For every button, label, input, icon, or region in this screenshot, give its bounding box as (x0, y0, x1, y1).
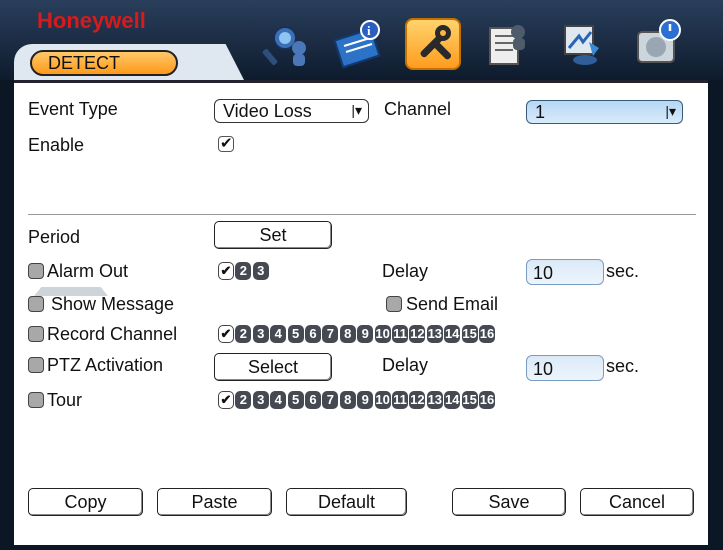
ptz-delay-unit: sec. (606, 356, 640, 376)
tour-channel-11[interactable]: 11 (392, 391, 408, 409)
enable-checkbox[interactable] (218, 134, 234, 152)
save-button[interactable]: Save (452, 488, 566, 516)
record-channel-5[interactable]: 5 (287, 325, 304, 343)
tour-channel-12[interactable]: 12 (409, 391, 426, 409)
alarm-out-checkbox[interactable] (28, 263, 44, 279)
section-divider (28, 214, 696, 215)
record-channel-checkbox[interactable] (28, 326, 44, 342)
alarm-out-channel-1[interactable]: ✔ (218, 262, 234, 280)
record-channel-13[interactable]: 13 (426, 325, 443, 343)
show-message-label: Show Message (51, 294, 175, 314)
channel-label: Channel (384, 99, 452, 119)
tour-channel-9[interactable]: 9 (357, 391, 374, 409)
record-channel-label: Record Channel (47, 324, 178, 344)
svg-text:i: i (367, 23, 371, 38)
tour-channel-8[interactable]: 8 (339, 391, 356, 409)
ptz-select-button[interactable]: Select (214, 353, 332, 381)
search-user-icon[interactable] (255, 18, 311, 70)
event-type-dropdown[interactable]: Video Loss |▾ (214, 99, 369, 123)
brand-logo: Honeywell (37, 8, 146, 33)
top-bar: Honeywell i DETECT (0, 0, 723, 80)
tour-channel-15[interactable]: 15 (461, 391, 478, 409)
disk-power-icon[interactable] (630, 18, 686, 70)
record-channel-7[interactable]: 7 (322, 325, 339, 343)
checklist-user-icon[interactable] (480, 18, 536, 70)
info-book-icon[interactable]: i (330, 18, 386, 70)
alarm-delay-input[interactable]: 10 (526, 259, 604, 285)
detect-panel: Event Type Video Loss |▾ Channel 1 |▾ En… (14, 80, 708, 545)
event-type-value: Video Loss (223, 101, 312, 121)
tour-channel-14[interactable]: 14 (444, 391, 461, 409)
record-channel-2[interactable]: 2 (235, 325, 252, 343)
ptz-activation-checkbox[interactable] (28, 357, 44, 373)
ptz-delay-value: 10 (533, 359, 554, 379)
tour-channel-5[interactable]: 5 (287, 391, 304, 409)
tab-bar: DETECT (14, 44, 244, 80)
tour-channel-1[interactable]: ✔ (218, 391, 234, 409)
ptz-activation-label: PTZ Activation (47, 355, 164, 375)
tour-channel-4[interactable]: 4 (270, 391, 287, 409)
record-channel-9[interactable]: 9 (357, 325, 374, 343)
alarm-delay-value: 10 (533, 263, 554, 283)
send-email-checkbox[interactable] (386, 296, 402, 312)
period-set-button[interactable]: Set (214, 221, 332, 249)
alarm-out-label: Alarm Out (47, 261, 129, 281)
dropdown-arrow-icon: |▾ (351, 102, 362, 118)
alarm-out-channel-2[interactable]: 2 (235, 262, 252, 280)
record-channel-10[interactable]: 10 (374, 325, 391, 343)
enable-label: Enable (28, 135, 85, 155)
record-channel-6[interactable]: 6 (305, 325, 321, 343)
period-label: Period (28, 227, 81, 247)
tour-channel-7[interactable]: 7 (322, 391, 339, 409)
tour-channel-2[interactable]: 2 (235, 391, 252, 409)
record-channel-1[interactable]: ✔ (218, 325, 234, 343)
tab-detect-label: DETECT (48, 53, 120, 73)
tour-channel-13[interactable]: 13 (426, 391, 443, 409)
record-channel-15[interactable]: 15 (461, 325, 478, 343)
default-button[interactable]: Default (286, 488, 407, 516)
tour-checkbox[interactable] (28, 392, 44, 408)
ptz-delay-label: Delay (382, 355, 429, 375)
cancel-button[interactable]: Cancel (580, 488, 694, 516)
alarm-delay-unit: sec. (606, 261, 640, 281)
tour-channel-16[interactable]: 16 (479, 391, 495, 409)
paste-button[interactable]: Paste (157, 488, 272, 516)
tools-icon[interactable] (405, 18, 461, 70)
alarm-delay-label: Delay (382, 261, 429, 281)
show-message-checkbox[interactable] (28, 296, 44, 312)
record-channel-11[interactable]: 11 (392, 325, 408, 343)
copy-button[interactable]: Copy (28, 488, 143, 516)
tour-channel-10[interactable]: 10 (374, 391, 391, 409)
event-type-label: Event Type (28, 99, 118, 119)
record-channel-14[interactable]: 14 (444, 325, 461, 343)
network-drive-icon[interactable] (555, 18, 611, 70)
window: Honeywell i DETECT Event Type Video Loss… (0, 0, 723, 550)
tour-label: Tour (47, 390, 83, 410)
tour-channel-3[interactable]: 3 (252, 391, 269, 409)
record-channel-8[interactable]: 8 (339, 325, 356, 343)
record-channel-12[interactable]: 12 (409, 325, 426, 343)
record-channel-3[interactable]: 3 (252, 325, 269, 343)
dropdown-arrow-icon: |▾ (665, 103, 676, 119)
channel-dropdown[interactable]: 1 |▾ (526, 100, 683, 124)
ptz-delay-input[interactable]: 10 (526, 355, 604, 381)
tour-channel-6[interactable]: 6 (305, 391, 321, 409)
alarm-out-channel-3[interactable]: 3 (252, 262, 269, 280)
channel-value: 1 (535, 102, 546, 122)
record-channel-4[interactable]: 4 (270, 325, 287, 343)
record-channel-16[interactable]: 16 (479, 325, 495, 343)
send-email-label: Send Email (406, 294, 499, 314)
